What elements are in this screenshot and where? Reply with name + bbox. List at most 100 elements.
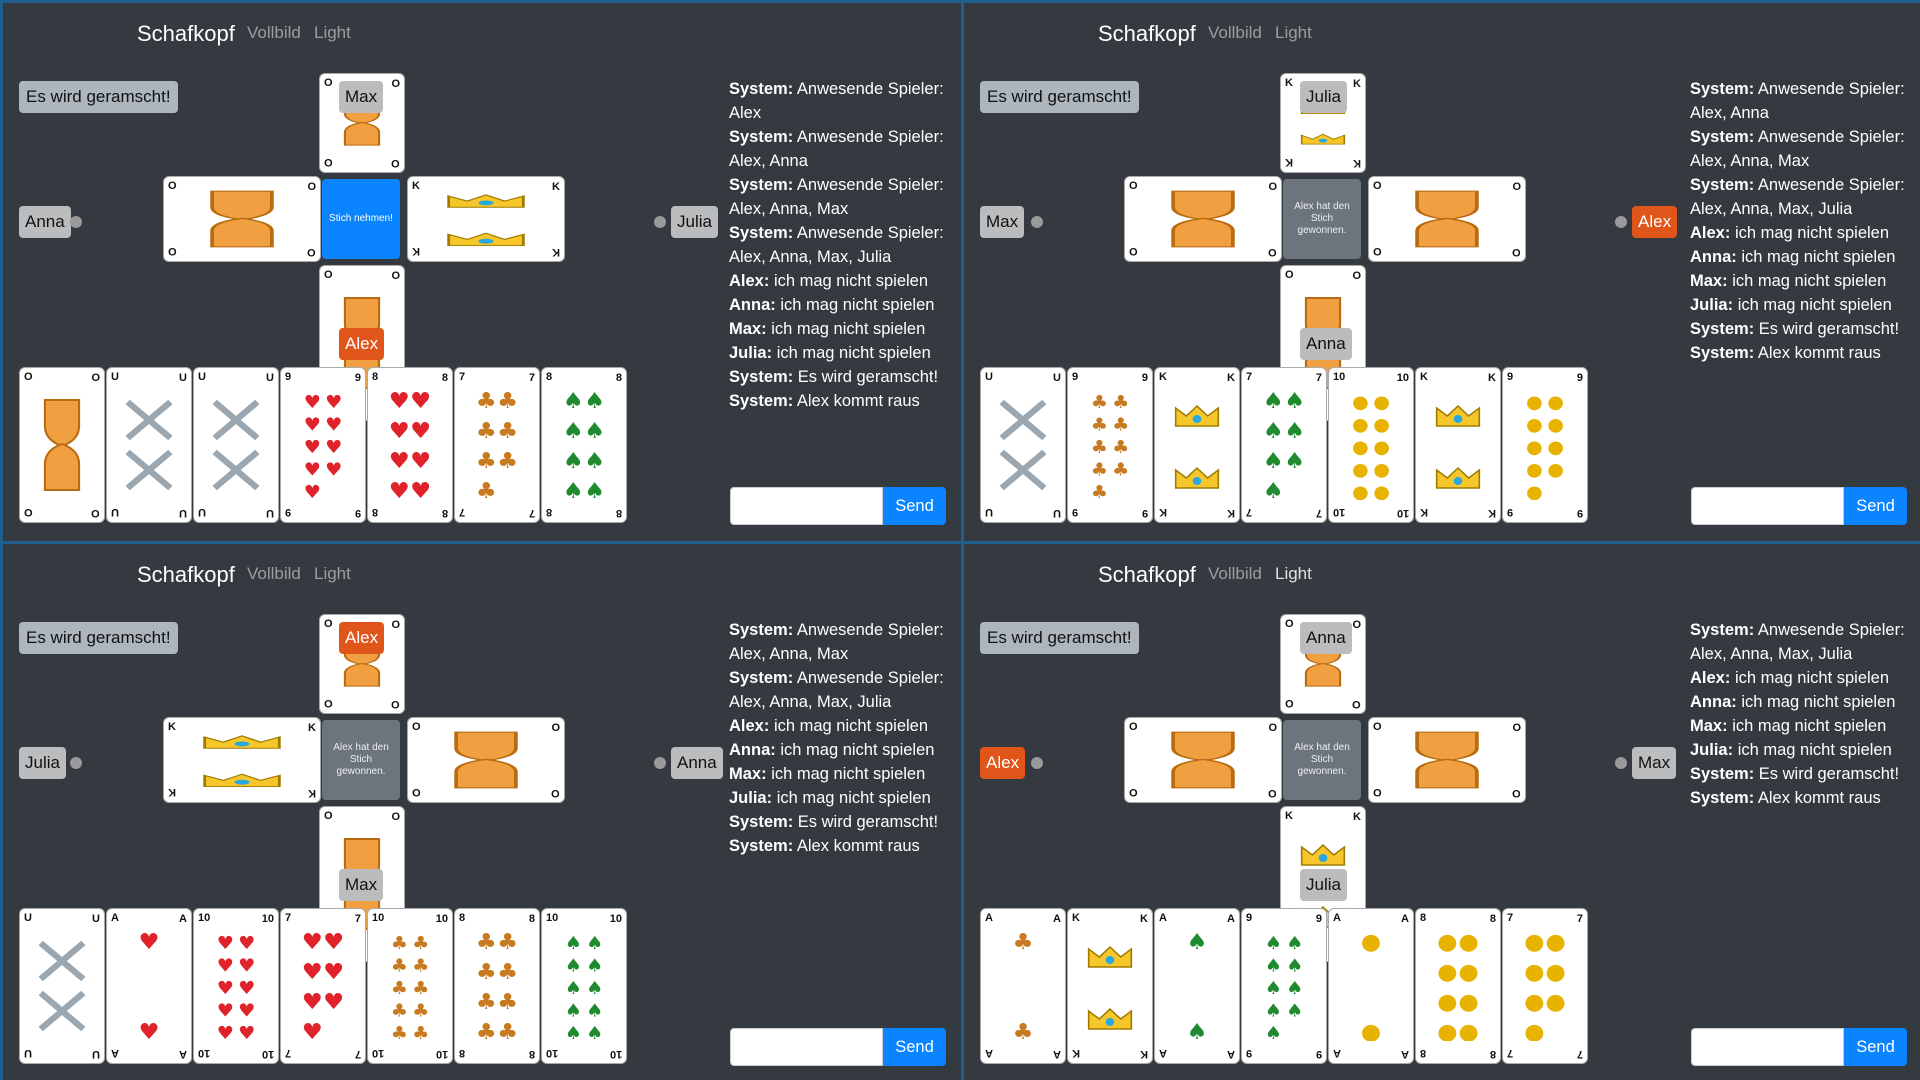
- card[interactable]: 7 7 7 7 ♠ ♠ ♠ ♠ ♠ ♠ ♠: [1241, 367, 1327, 523]
- card-rank: 7: [528, 372, 535, 384]
- card[interactable]: U U U U: [193, 367, 279, 523]
- svg-text:●: ●: [1526, 438, 1543, 458]
- card[interactable]: 10 10 10 10 ♣ ♣ ♣ ♣ ♣ ♣ ♣ ♣ ♣ ♣: [367, 908, 453, 1064]
- brand-title[interactable]: Schafkopf: [1098, 562, 1196, 588]
- card[interactable]: A A A A ♣ ♣: [980, 908, 1066, 1064]
- card[interactable]: 10 10 10 10 ♥ ♥ ♥ ♥ ♥ ♥ ♥ ♥ ♥ ♥: [193, 908, 279, 1064]
- chat-sender: System:: [729, 368, 794, 386]
- card-rank: 9: [1507, 506, 1514, 518]
- card[interactable]: 8 8 8 8 ♥ ♥ ♥ ♥ ♥ ♥ ♥ ♥: [367, 367, 453, 523]
- svg-text:●: ●: [1352, 393, 1369, 413]
- nav-link-vollbild[interactable]: Vollbild: [247, 23, 301, 43]
- card[interactable]: 8 8 8 8 ● ● ● ● ● ● ● ●: [1415, 908, 1501, 1064]
- card[interactable]: O O O O: [1368, 717, 1526, 803]
- card-rank: O: [324, 618, 333, 630]
- card-rank: O: [1285, 618, 1294, 630]
- svg-text:●: ●: [1526, 483, 1543, 500]
- card[interactable]: O O O O: [19, 367, 105, 523]
- leaf-icon: ♠ ♠ ♠ ♠ ♠ ♠ ♠ ♠: [552, 389, 616, 504]
- card-rank: A: [1053, 913, 1061, 925]
- svg-text:♠: ♠: [563, 419, 584, 444]
- card-rank: O: [1268, 722, 1277, 734]
- card[interactable]: U U U U: [106, 367, 192, 523]
- send-button[interactable]: Send: [883, 1028, 946, 1066]
- brand-title[interactable]: Schafkopf: [137, 21, 235, 47]
- card[interactable]: O O O O: [1124, 717, 1282, 803]
- card[interactable]: O O O O: [163, 176, 321, 262]
- card[interactable]: K K K K: [1415, 367, 1501, 523]
- card-rank: 7: [528, 507, 535, 519]
- send-button[interactable]: Send: [1844, 1028, 1907, 1066]
- card-rank: 9: [354, 372, 361, 384]
- chat-text: ich mag nicht spielen: [1737, 296, 1892, 314]
- nav-link-light[interactable]: Light: [1275, 23, 1312, 43]
- card[interactable]: 7 7 7 7 ♥ ♥ ♥ ♥ ♥ ♥ ♥: [280, 908, 366, 1064]
- send-button[interactable]: Send: [883, 487, 946, 525]
- chat-sender: System:: [729, 80, 794, 98]
- svg-text:●: ●: [1545, 990, 1565, 1015]
- card[interactable]: A A A A ♠ ♠: [1154, 908, 1240, 1064]
- card[interactable]: O O O O: [1368, 176, 1526, 262]
- nav-link-vollbild[interactable]: Vollbild: [1208, 23, 1262, 43]
- card[interactable]: K K K K: [163, 717, 321, 803]
- nav-link-light[interactable]: Light: [1275, 564, 1312, 584]
- trick-text: Alex hat den Stich gewonnen.: [1294, 201, 1350, 236]
- chat-input[interactable]: [1691, 1028, 1844, 1066]
- bell-icon: ● ● ● ● ● ● ● ● ●: [1513, 390, 1577, 503]
- card[interactable]: K K K K: [1154, 367, 1240, 523]
- card-rank: A: [985, 1047, 993, 1059]
- card-rank: 9: [354, 507, 361, 519]
- svg-text:♥: ♥: [217, 934, 234, 954]
- svg-text:●: ●: [1437, 960, 1457, 985]
- card[interactable]: 8 8 8 8 ♠ ♠ ♠ ♠ ♠ ♠ ♠ ♠: [541, 367, 627, 523]
- svg-text:♠: ♠: [584, 479, 605, 500]
- svg-text:●: ●: [1352, 438, 1369, 458]
- send-button[interactable]: Send: [1844, 487, 1907, 525]
- card[interactable]: K K K K: [407, 176, 565, 262]
- card[interactable]: 9 9 9 9 ♣ ♣ ♣ ♣ ♣ ♣ ♣ ♣ ♣: [1067, 367, 1153, 523]
- chat-input[interactable]: [730, 487, 883, 525]
- svg-text:♣: ♣: [1091, 460, 1108, 480]
- svg-text:♥: ♥: [410, 479, 431, 500]
- svg-text:♥: ♥: [323, 960, 344, 985]
- card-rank: 9: [1315, 1048, 1322, 1060]
- chat-input[interactable]: [1691, 487, 1844, 525]
- card[interactable]: 7 7 7 7 ● ● ● ● ● ● ●: [1502, 908, 1588, 1064]
- nav-link-light[interactable]: Light: [314, 23, 351, 43]
- card-rank: 8: [615, 507, 622, 519]
- card[interactable]: 8 8 8 8 ♣ ♣ ♣ ♣ ♣ ♣ ♣ ♣: [454, 908, 540, 1064]
- card[interactable]: 9 9 9 9 ♠ ♠ ♠ ♠ ♠ ♠ ♠ ♠ ♠: [1241, 908, 1327, 1064]
- svg-text:♣: ♣: [476, 960, 497, 985]
- take-trick-button[interactable]: Stich nehmen!: [322, 179, 400, 259]
- card-rank: U: [24, 1047, 32, 1059]
- svg-text:●: ●: [1373, 393, 1390, 413]
- card[interactable]: U U U U: [19, 908, 105, 1064]
- card[interactable]: A A A A ● ●: [1328, 908, 1414, 1064]
- chat-log: System: Anwesende Spieler: Alex System: A…: [729, 77, 951, 413]
- svg-text:●: ●: [1437, 990, 1457, 1015]
- card-rank: O: [1129, 180, 1138, 192]
- card[interactable]: 10 10 10 10 ● ● ● ● ● ● ● ● ● ●: [1328, 367, 1414, 523]
- card[interactable]: O O O O: [407, 717, 565, 803]
- card-rank: K: [168, 786, 176, 798]
- card[interactable]: 9 9 9 9 ♥ ♥ ♥ ♥ ♥ ♥ ♥ ♥ ♥: [280, 367, 366, 523]
- card[interactable]: U U U U: [980, 367, 1066, 523]
- chat-sender: Alex:: [1690, 224, 1731, 242]
- chat-input[interactable]: [730, 1028, 883, 1066]
- nav-link-vollbild[interactable]: Vollbild: [247, 564, 301, 584]
- card[interactable]: 10 10 10 10 ♠ ♠ ♠ ♠ ♠ ♠ ♠ ♠ ♠ ♠: [541, 908, 627, 1064]
- card[interactable]: 9 9 9 9 ● ● ● ● ● ● ● ● ●: [1502, 367, 1588, 523]
- nav-link-light[interactable]: Light: [314, 564, 351, 584]
- chat-message: System: Anwesende Spieler: Alex, Anna, M…: [1690, 618, 1912, 666]
- status-badge: Es wird geramscht!: [980, 81, 1139, 113]
- card-rank: U: [266, 507, 274, 519]
- svg-text:♠: ♠: [1263, 479, 1284, 500]
- card[interactable]: 7 7 7 7 ♣ ♣ ♣ ♣ ♣ ♣ ♣: [454, 367, 540, 523]
- nav-link-vollbild[interactable]: Vollbild: [1208, 564, 1262, 584]
- brand-title[interactable]: Schafkopf: [137, 562, 235, 588]
- card[interactable]: A A A A ♥ ♥: [106, 908, 192, 1064]
- card[interactable]: O O O O: [1124, 176, 1282, 262]
- card[interactable]: K K K K: [1067, 908, 1153, 1064]
- brand-title[interactable]: Schafkopf: [1098, 21, 1196, 47]
- trick-text: Alex hat den Stich gewonnen.: [1294, 742, 1350, 777]
